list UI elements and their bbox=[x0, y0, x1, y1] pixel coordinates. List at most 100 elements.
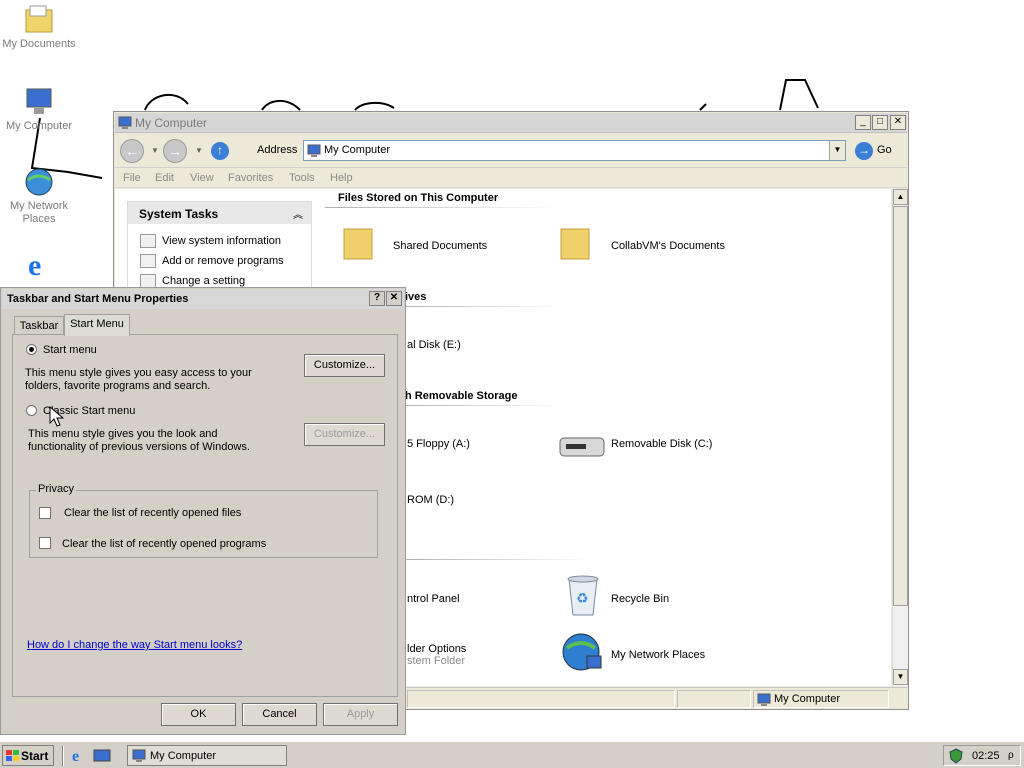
mouse-cursor-icon bbox=[49, 406, 65, 427]
explorer-titlebar[interactable]: My Computer _ □ ✕ bbox=[115, 113, 907, 133]
menu-favorites[interactable]: Favorites bbox=[228, 172, 273, 184]
item-local-disk-e[interactable]: al Disk (E:) bbox=[407, 339, 461, 351]
clear-recent-files-checkbox[interactable] bbox=[39, 507, 51, 519]
apply-button[interactable]: Apply bbox=[323, 703, 398, 726]
start-button[interactable]: Start bbox=[2, 745, 54, 766]
clear-recent-programs-checkbox[interactable] bbox=[39, 537, 51, 549]
computer-icon bbox=[118, 116, 132, 133]
start-menu-tab-panel: Start menu This menu style gives you eas… bbox=[12, 334, 398, 697]
system-tasks-header[interactable]: System Tasks ︽ bbox=[128, 202, 311, 224]
internet-explorer-quicklaunch-icon[interactable]: e bbox=[72, 748, 79, 766]
folder-icon bbox=[22, 4, 56, 36]
status-cell-empty bbox=[677, 690, 751, 708]
scroll-down-button[interactable]: ▼ bbox=[893, 669, 908, 685]
clock[interactable]: 02:25 bbox=[972, 750, 1000, 762]
section-divider bbox=[405, 306, 560, 307]
desktop-icon-network-places[interactable]: My Network Places bbox=[1, 166, 77, 226]
tab-taskbar[interactable]: Taskbar bbox=[14, 316, 64, 336]
internet-explorer-icon: e bbox=[22, 248, 56, 282]
status-location-text: My Computer bbox=[774, 693, 841, 705]
clear-recent-programs-label[interactable]: Clear the list of recently opened progra… bbox=[62, 538, 266, 551]
close-button[interactable]: ✕ bbox=[386, 291, 402, 306]
recycle-bin-icon: ♻ bbox=[567, 575, 599, 616]
maximize-button[interactable]: □ bbox=[872, 115, 888, 130]
up-folder-icon[interactable]: ↑ bbox=[211, 142, 229, 160]
task-add-remove-programs[interactable]: Add or remove programs bbox=[140, 254, 284, 268]
task-change-setting[interactable]: Change a setting bbox=[140, 274, 245, 288]
item-folder-options-label: lder Options bbox=[407, 643, 467, 655]
menu-tools[interactable]: Tools bbox=[289, 172, 315, 184]
customize-button[interactable]: Customize... bbox=[304, 354, 385, 377]
go-button[interactable]: Go bbox=[877, 144, 892, 156]
dialog-title: Taskbar and Start Menu Properties bbox=[7, 293, 189, 305]
classic-start-menu-radio[interactable] bbox=[26, 405, 37, 416]
address-dropdown-button[interactable]: ▼ bbox=[829, 141, 845, 160]
desktop-icon-internet-explorer[interactable]: e bbox=[1, 248, 77, 282]
clear-recent-files-label[interactable]: Clear the list of recently opened files bbox=[64, 507, 241, 520]
item-recycle-bin[interactable]: Recycle Bin bbox=[611, 593, 669, 605]
menu-view[interactable]: View bbox=[190, 172, 214, 184]
collapse-chevron-icon[interactable]: ︽ bbox=[293, 206, 303, 221]
help-button[interactable]: ? bbox=[369, 291, 385, 306]
tab-start-menu[interactable]: Start Menu bbox=[64, 314, 130, 336]
folder-icon bbox=[560, 228, 590, 260]
vertical-scrollbar[interactable]: ▲ ▼ bbox=[892, 189, 908, 686]
item-cdrom-d[interactable]: ROM (D:) bbox=[407, 494, 454, 506]
start-menu-desc-line2: folders, favorite programs and search. bbox=[25, 380, 211, 392]
explorer-title: My Computer bbox=[135, 116, 208, 130]
show-desktop-icon[interactable] bbox=[93, 749, 111, 766]
item-my-network-places[interactable]: My Network Places bbox=[611, 649, 705, 661]
desktop-icon-my-documents[interactable]: My Documents bbox=[1, 4, 77, 51]
section-divider bbox=[325, 207, 560, 208]
computer-icon bbox=[307, 144, 321, 161]
item-floppy-a[interactable]: 5 Floppy (A:) bbox=[407, 438, 470, 450]
network-globe-icon bbox=[562, 633, 602, 671]
menu-edit[interactable]: Edit bbox=[155, 172, 174, 184]
cancel-button[interactable]: Cancel bbox=[242, 703, 317, 726]
dialog-titlebar[interactable]: Taskbar and Start Menu Properties ? ✕ bbox=[2, 289, 404, 309]
taskbar-properties-dialog: Taskbar and Start Menu Properties ? ✕ Ta… bbox=[0, 287, 406, 735]
item-shared-documents[interactable]: Shared Documents bbox=[393, 240, 487, 252]
go-arrow-icon[interactable]: → bbox=[855, 142, 873, 160]
item-collabvm-documents[interactable]: CollabVM's Documents bbox=[611, 240, 725, 252]
tray-indicator-icon: ρ bbox=[1008, 750, 1014, 761]
folder-icon bbox=[343, 228, 373, 260]
task-label: Change a setting bbox=[162, 274, 246, 287]
status-cell-location: My Computer bbox=[753, 690, 889, 708]
removable-disk-icon bbox=[559, 437, 605, 457]
security-shield-icon[interactable] bbox=[948, 748, 964, 767]
network-globe-icon bbox=[22, 166, 56, 198]
system-tray: 02:25 ρ bbox=[943, 745, 1021, 766]
start-menu-label[interactable]: Start menu bbox=[43, 344, 97, 357]
task-view-system-info[interactable]: View system information bbox=[140, 234, 281, 248]
desktop-icon-label: My Network Places bbox=[9, 200, 69, 225]
forward-arrow-icon[interactable]: → bbox=[163, 139, 187, 163]
menu-file[interactable]: File bbox=[123, 172, 141, 184]
computer-icon bbox=[132, 749, 146, 766]
programs-icon bbox=[140, 254, 156, 268]
start-menu-radio[interactable] bbox=[26, 344, 37, 355]
ok-button[interactable]: OK bbox=[161, 703, 236, 726]
desktop-icon-my-computer[interactable]: My Computer bbox=[1, 86, 77, 133]
taskbar-window-label: My Computer bbox=[150, 750, 217, 762]
help-link[interactable]: How do I change the way Start menu looks… bbox=[27, 639, 242, 651]
classic-desc-line1: This menu style gives you the look and bbox=[28, 428, 218, 440]
item-folder-options[interactable]: lder Options stem Folder bbox=[407, 643, 466, 667]
status-cell-empty bbox=[407, 690, 675, 708]
taskbar-window-my-computer[interactable]: My Computer bbox=[127, 745, 287, 766]
scroll-thumb[interactable] bbox=[893, 206, 908, 606]
menu-help[interactable]: Help bbox=[330, 172, 353, 184]
address-field[interactable]: My Computer ▼ bbox=[303, 140, 846, 161]
item-folder-options-type: stem Folder bbox=[407, 655, 466, 667]
privacy-group: Privacy Clear the list of recently opene… bbox=[29, 483, 378, 558]
item-control-panel[interactable]: ntrol Panel bbox=[407, 593, 460, 605]
customize-classic-button[interactable]: Customize... bbox=[304, 423, 385, 446]
back-arrow-icon[interactable]: ← bbox=[120, 139, 144, 163]
chevron-down-icon[interactable]: ▼ bbox=[195, 146, 203, 155]
scroll-up-button[interactable]: ▲ bbox=[893, 189, 908, 205]
item-removable-disk-c[interactable]: Removable Disk (C:) bbox=[611, 438, 712, 450]
minimize-button[interactable]: _ bbox=[855, 115, 871, 130]
chevron-down-icon[interactable]: ▼ bbox=[151, 146, 159, 155]
close-button[interactable]: ✕ bbox=[890, 115, 906, 130]
start-label: Start bbox=[21, 749, 49, 763]
